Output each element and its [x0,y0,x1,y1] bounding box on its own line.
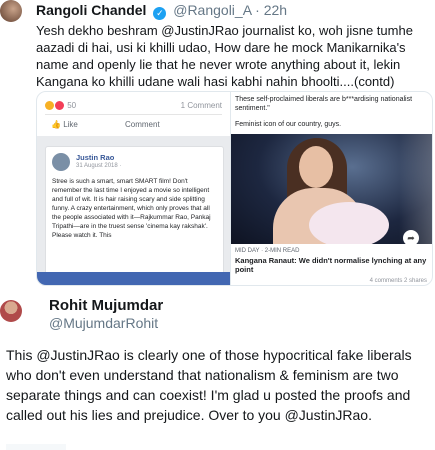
article-screenshot: These self-proclaimed liberals are b***a… [230,92,432,285]
tweet-text: This @JustinJRao is clearly one of those… [6,347,412,423]
article-meta: MID DAY · 2-MIN READ [235,248,300,254]
article-stats: 4 comments 2 shares [369,278,427,284]
quoted-author-name[interactable]: Rangoli Chandel [36,2,146,18]
share-icon: ➦ [403,230,419,246]
haha-reaction-icon [45,101,54,110]
post-author-avatar [52,153,70,171]
reaction-count-value: 50 [67,101,77,110]
header-separator: · [255,2,260,18]
verified-badge-icon: ✓ [153,7,167,20]
post-author-name: Justin Rao [76,153,115,162]
quoted-tweet-time[interactable]: 22h [264,2,287,18]
photo-face [299,146,333,188]
facebook-nav-bar [37,272,230,285]
facebook-screenshot: 50 1 Comment 👍 Like Comment Justin Rao 3… [37,92,230,285]
tweet-footer [6,444,66,450]
author-handle[interactable]: @MujumdarRohit [49,315,158,331]
like-thumb-icon: 👍 [51,120,64,129]
post-date: 31 August 2018 · [76,163,122,169]
article-quote: These self-proclaimed liberals are b***a… [235,96,413,112]
photo-feather-dress [309,202,389,244]
photo-light [399,134,432,244]
main-tweet[interactable]: Rohit Mujumdar @MujumdarRohit This @Just… [0,287,435,450]
quoted-author-handle[interactable]: @Rangoli_A [173,2,251,18]
post-text: Stree is such a smart, smart SMART film!… [52,178,211,239]
fb-comment-label: Comment [125,120,160,129]
love-reaction-icon [55,101,64,110]
reaction-count: 50 [45,101,76,110]
quoted-tweet-header: Rangoli Chandel ✓ @Rangoli_A · 22h [36,2,287,20]
fb-like-label: 👍 Like [51,120,78,129]
quoted-author-avatar[interactable] [0,0,22,22]
facebook-reaction-bar: 50 1 Comment 👍 Like Comment [37,92,230,136]
divider [45,114,222,115]
comment-count: 1 Comment [180,101,222,110]
facebook-post: Justin Rao 31 August 2018 · Stree is suc… [45,146,224,285]
article-headline: Kangana Ranaut: We didn't normalise lync… [235,256,427,274]
article-photo [231,134,432,244]
quoted-tweet-text: Yesh dekho beshram @JustinJRao journalis… [36,23,413,89]
quoted-tweet-image[interactable]: 50 1 Comment 👍 Like Comment Justin Rao 3… [36,91,433,286]
quoted-tweet[interactable]: Rangoli Chandel ✓ @Rangoli_A · 22h Yesh … [0,0,435,287]
author-avatar[interactable] [0,300,22,322]
article-subquote: Feminist icon of our country, guys. [235,121,342,128]
author-name[interactable]: Rohit Mujumdar [49,297,163,314]
